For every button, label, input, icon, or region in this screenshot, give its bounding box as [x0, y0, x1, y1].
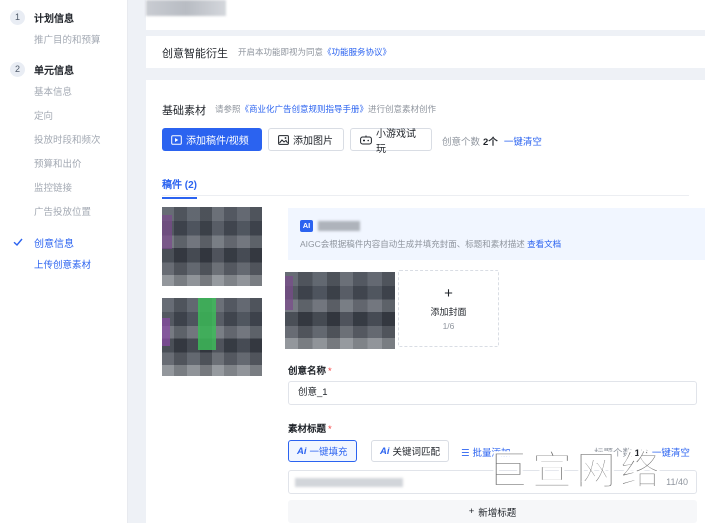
step-unit-info[interactable]: 2 单元信息	[0, 57, 128, 81]
step-title: 单元信息	[34, 65, 74, 77]
video-thumbnail[interactable]	[162, 298, 262, 376]
view-docs-link[interactable]: 查看文档	[527, 239, 561, 249]
blurred-title	[318, 221, 360, 231]
smart-derive-card: 创意智能衍生 开启本功能即视为同意《功能服务协议》	[146, 36, 705, 68]
blurred-title-text	[295, 478, 403, 487]
sidebar-item-basic-info[interactable]: 基本信息	[34, 83, 72, 103]
ai-icon: Ai	[297, 445, 307, 457]
smart-derive-desc: 开启本功能即视为同意《功能服务协议》	[238, 47, 392, 57]
plus-icon: +	[468, 506, 475, 517]
step-title: 计划信息	[34, 13, 74, 25]
aigc-tip: AI AIGC会根据稿件内容自动生成并填充封面、标题和素材描述 查看文档	[288, 208, 705, 260]
add-cover-button[interactable]: + 添加封面 1/6	[398, 270, 499, 347]
service-agreement-link[interactable]: 《功能服务协议》	[323, 47, 391, 57]
char-counter: 11/40	[666, 477, 688, 487]
creative-name-label: 创意名称 *	[288, 366, 332, 377]
creative-count: 创意个数 2个 一键清空	[442, 137, 542, 148]
smart-derive-title: 创意智能衍生	[162, 48, 228, 60]
check-icon	[13, 237, 23, 247]
watermark: 巨宣网络	[488, 448, 664, 495]
step-plan-info[interactable]: 1 计划信息	[0, 5, 128, 29]
add-image-button[interactable]: 添加图片	[268, 128, 344, 151]
sidebar-item-targeting[interactable]: 定向	[34, 107, 53, 127]
one-click-fill-button[interactable]: Ai 一键填充	[288, 440, 357, 462]
basic-material-title: 基础素材	[162, 105, 206, 117]
sidebar-item-budget-bid[interactable]: 预算和出价	[34, 155, 82, 175]
step-number: 1	[10, 9, 25, 25]
tab-manuscripts[interactable]: 稿件 (2)	[162, 176, 197, 199]
material-title-label: 素材标题 *	[288, 424, 332, 435]
sidebar-item-upload-creative[interactable]: 上传创意素材	[34, 256, 91, 276]
ai-icon: Ai	[380, 445, 390, 457]
sidebar-item-monitor-link[interactable]: 监控链接	[34, 179, 72, 199]
list-icon: ☰	[461, 448, 470, 459]
ai-badge-icon: AI	[300, 220, 313, 232]
blurred-header	[146, 0, 226, 16]
step-number: 2	[10, 61, 25, 77]
top-strip	[146, 0, 705, 30]
cover-thumbnail[interactable]	[285, 272, 395, 349]
basic-material-desc: 请参照《商业化广告创意规则指导手册》进行创意素材创作	[215, 104, 437, 114]
clear-all-link[interactable]: 一键清空	[504, 137, 542, 148]
image-icon	[278, 134, 289, 145]
sidebar-item-placement[interactable]: 广告投放位置	[34, 203, 91, 223]
tab-bar: 稿件 (2)	[162, 176, 689, 199]
plus-icon: +	[444, 285, 453, 302]
aigc-desc: AIGC会根据稿件内容自动生成并填充封面、标题和素材描述 查看文档	[300, 239, 562, 249]
mini-game-button[interactable]: 小游戏试玩	[350, 128, 432, 155]
add-title-button[interactable]: + 新增标题	[288, 500, 697, 523]
step-creative-info[interactable]: 创意信息	[0, 230, 128, 254]
creative-name-input[interactable]: 创意_1	[288, 381, 697, 405]
keyword-match-button[interactable]: Ai 关键词匹配	[371, 440, 450, 462]
add-video-button[interactable]: 添加稿件/视频	[162, 128, 262, 151]
step-sidebar: 1 计划信息 推广目的和预算 2 单元信息 基本信息 定向 投放时段和频次 预算…	[0, 0, 128, 523]
creative-guide-link[interactable]: 《商业化广告创意规则指导手册》	[241, 104, 369, 114]
video-icon	[171, 134, 182, 145]
sidebar-item-schedule-frequency[interactable]: 投放时段和频次	[34, 131, 101, 151]
video-thumbnail[interactable]	[162, 207, 262, 286]
gamepad-icon	[360, 135, 372, 145]
step-title: 创意信息	[34, 238, 74, 250]
sidebar-item-promotion-budget[interactable]: 推广目的和预算	[34, 31, 101, 51]
